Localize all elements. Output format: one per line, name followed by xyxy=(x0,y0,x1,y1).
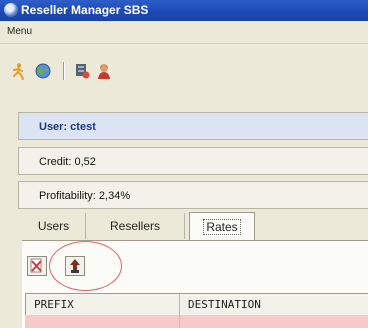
menu-bar: Menu xyxy=(0,21,368,44)
window-title: Reseller Manager SBS xyxy=(21,3,149,17)
column-prefix[interactable]: PREFIX xyxy=(26,294,180,315)
tab-users-label: Users xyxy=(37,219,70,233)
credit-label: Credit: 0,52 xyxy=(39,156,96,168)
user-label: User: ctest xyxy=(39,121,96,133)
tab-users[interactable]: Users xyxy=(22,213,86,239)
toolbar-separator xyxy=(63,62,65,80)
title-bar[interactable]: Reseller Manager SBS xyxy=(0,0,368,21)
column-destination[interactable]: DESTINATION xyxy=(180,294,368,315)
rates-panel: PREFIX DESTINATION xyxy=(22,241,368,328)
delete-rate-icon[interactable] xyxy=(27,256,47,276)
menu-item-menu[interactable]: Menu xyxy=(7,26,32,37)
user-panel: User: ctest xyxy=(18,112,368,140)
toolbar xyxy=(0,44,368,96)
tab-resellers[interactable]: Resellers xyxy=(86,213,185,239)
app-icon xyxy=(4,3,18,17)
table-row[interactable] xyxy=(25,315,368,328)
user-icon[interactable] xyxy=(95,62,113,80)
tab-rates-label: Rates xyxy=(203,219,241,235)
server-icon[interactable] xyxy=(73,62,91,80)
tab-rates[interactable]: Rates xyxy=(189,212,255,241)
tab-strip: Users Resellers Rates xyxy=(22,212,368,241)
annotation-circle xyxy=(49,241,122,291)
profitability-label: Profitability: 2,34% xyxy=(39,190,131,202)
rates-table-header: PREFIX DESTINATION xyxy=(25,293,368,315)
profitability-panel: Profitability: 2,34% xyxy=(18,181,368,209)
credit-panel: Credit: 0,52 xyxy=(18,147,368,175)
cell-divider xyxy=(179,315,180,328)
tab-resellers-label: Resellers xyxy=(109,219,160,233)
globe-icon[interactable] xyxy=(34,62,52,80)
reseller-manager-window: Reseller Manager SBS Menu User: ctest Cr… xyxy=(0,0,368,328)
run-icon[interactable] xyxy=(10,62,28,80)
